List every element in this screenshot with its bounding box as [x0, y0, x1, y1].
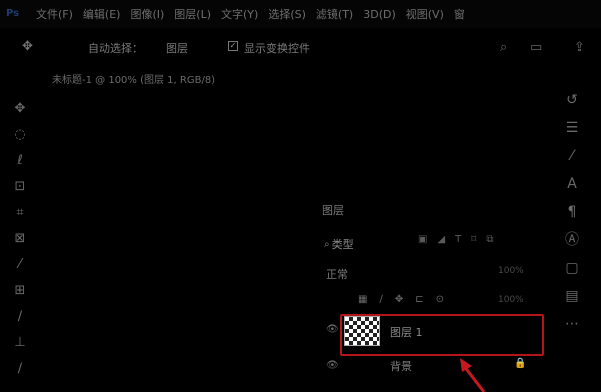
- opacity-value[interactable]: 100%: [498, 266, 524, 276]
- right-panel-strip: ↺ ☰ ⁄ A ¶ Ⓐ ▢ ▤ ⋯: [560, 86, 584, 338]
- glyphs-icon[interactable]: Ⓐ: [560, 226, 584, 254]
- filter-icons: ▣ ◢ T ⌑ ⧉: [418, 234, 494, 245]
- fill-value[interactable]: 100%: [498, 295, 524, 305]
- frame-icon[interactable]: ⊠: [8, 226, 32, 252]
- blend-mode-select[interactable]: 正常: [326, 266, 348, 282]
- layer-dropdown[interactable]: 图层: [166, 40, 188, 56]
- visibility-eye-icon[interactable]: 👁: [326, 360, 339, 371]
- layer-row[interactable]: 👁 背景 🔒: [318, 356, 550, 376]
- menu-bar: Ps 文件(F) 编辑(E) 图像(I) 图层(L) 文字(Y) 选择(S) 滤…: [0, 0, 601, 28]
- share-icon[interactable]: ⇪: [574, 40, 585, 55]
- adjustments-icon[interactable]: ☰: [560, 114, 584, 142]
- history-icon[interactable]: ↺: [560, 86, 584, 114]
- menu-window[interactable]: 窗: [454, 6, 465, 22]
- move-icon[interactable]: ✥: [8, 96, 32, 122]
- lasso-icon[interactable]: ℓ: [8, 148, 32, 174]
- menu-select[interactable]: 选择(S): [268, 6, 306, 22]
- lock-brush-icon[interactable]: ∕: [379, 294, 382, 305]
- marquee-icon[interactable]: ◌: [8, 122, 32, 148]
- menu-layer[interactable]: 图层(L): [174, 6, 211, 22]
- properties-icon[interactable]: ▢: [560, 254, 584, 282]
- menu-view[interactable]: 视图(V): [406, 6, 444, 22]
- move-tool-icon[interactable]: ✥: [22, 39, 38, 55]
- pixel-filter-icon[interactable]: ▣: [418, 234, 427, 245]
- selected-layer-highlight: [340, 314, 544, 356]
- eyedropper-icon[interactable]: ⁄: [8, 252, 32, 278]
- lock-icon: 🔒: [514, 358, 527, 369]
- lock-artboard-icon[interactable]: ⊏: [415, 294, 423, 305]
- menu-file[interactable]: 文件(F): [36, 6, 73, 22]
- menu-image[interactable]: 图像(I): [130, 6, 164, 22]
- annotation-arrow: [460, 358, 486, 392]
- lock-row: ▦ ∕ ✥ ⊏ ⊙: [358, 294, 444, 305]
- type-filter-icon[interactable]: T: [455, 234, 461, 245]
- layers-panel-title[interactable]: 图层: [322, 202, 344, 218]
- filter-kind-label[interactable]: 类型: [332, 236, 354, 252]
- menu-3d[interactable]: 3D(D): [363, 8, 396, 21]
- show-transform-checkbox[interactable]: ✓: [228, 41, 238, 51]
- lock-all-icon[interactable]: ⊙: [436, 294, 444, 305]
- options-bar: ✥ 自动选择： 图层 ✓ 显示变换控件: [0, 34, 601, 60]
- show-transform-label[interactable]: 显示变换控件: [244, 40, 310, 56]
- visibility-eye-icon[interactable]: 👁: [326, 324, 339, 335]
- layer-name[interactable]: 背景: [390, 358, 412, 374]
- auto-select-label[interactable]: 自动选择：: [88, 40, 143, 56]
- menu-filter[interactable]: 滤镜(T): [316, 6, 353, 22]
- lock-pixels-icon[interactable]: ▦: [358, 294, 367, 305]
- quick-select-icon[interactable]: ⊡: [8, 174, 32, 200]
- history-brush-icon[interactable]: ∕: [8, 356, 32, 382]
- adjustment-filter-icon[interactable]: ◢: [437, 234, 445, 245]
- brush-settings-icon[interactable]: ⁄: [560, 142, 584, 170]
- paragraph-icon[interactable]: ¶: [560, 198, 584, 226]
- lock-position-icon[interactable]: ✥: [395, 294, 403, 305]
- shape-filter-icon[interactable]: ⌑: [471, 234, 476, 245]
- layers-panel: 图层 ⌕ 类型 ▣ ◢ T ⌑ ⧉ 正常 100% ▦ ∕ ✥ ⊏ ⊙ 100%…: [318, 196, 558, 392]
- menu-edit[interactable]: 编辑(E): [83, 6, 121, 22]
- stamp-icon[interactable]: ⊥: [8, 330, 32, 356]
- app-logo: Ps: [6, 8, 20, 19]
- character-icon[interactable]: A: [560, 170, 584, 198]
- healing-icon[interactable]: ⊞: [8, 278, 32, 304]
- smart-object-filter-icon[interactable]: ⧉: [486, 234, 493, 245]
- brush-icon[interactable]: ∕: [8, 304, 32, 330]
- search-icon[interactable]: ⌕: [500, 40, 507, 55]
- workspace-icon[interactable]: ▭: [530, 40, 542, 55]
- search-icon: ⌕: [324, 238, 330, 250]
- menu-type[interactable]: 文字(Y): [221, 6, 258, 22]
- document-tab[interactable]: 未标题-1 @ 100% (图层 1, RGB/8): [52, 71, 215, 86]
- layer-filter[interactable]: ⌕ 类型: [324, 236, 354, 252]
- crop-icon[interactable]: ⌗: [8, 200, 32, 226]
- channels-icon[interactable]: ⋯: [560, 310, 584, 338]
- layers-panel-icon[interactable]: ▤: [560, 282, 584, 310]
- tools-panel: ✥ ◌ ℓ ⊡ ⌗ ⊠ ⁄ ⊞ ∕ ⊥ ∕: [8, 96, 32, 382]
